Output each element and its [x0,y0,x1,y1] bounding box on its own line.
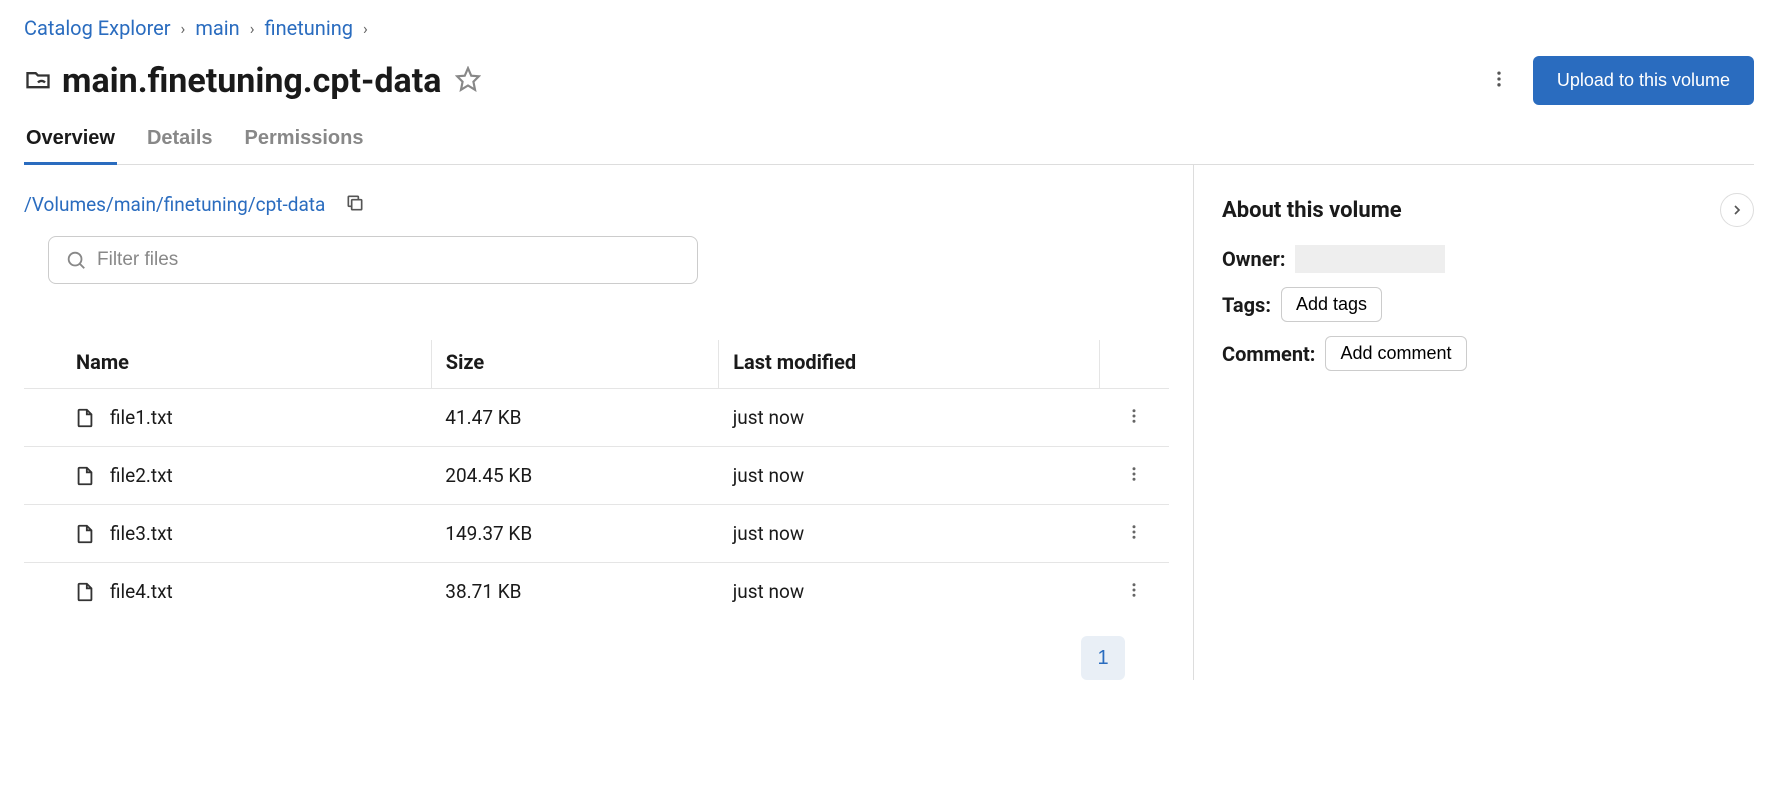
title-row: main.finetuning.cpt-data Upload to this … [24,52,1754,117]
volume-icon [24,65,52,97]
table-row[interactable]: file4.txt 38.71 KB just now [24,563,1169,621]
column-modified[interactable]: Last modified [719,340,1099,389]
table-header-row: Name Size Last modified [24,340,1169,389]
comment-row: Comment: Add comment [1222,336,1754,371]
path-row: /Volumes/main/finetuning/cpt-data [24,193,1169,216]
breadcrumb-catalog-explorer[interactable]: Catalog Explorer [24,16,171,40]
comment-label: Comment: [1222,342,1315,366]
add-tags-button[interactable]: Add tags [1281,287,1382,322]
file-icon [74,579,96,605]
tab-overview[interactable]: Overview [24,121,117,165]
file-name: file2.txt [110,464,173,487]
owner-value [1295,245,1445,273]
chevron-right-icon: › [181,19,186,38]
column-size[interactable]: Size [431,340,718,389]
row-more-button[interactable] [1113,403,1155,432]
filter-input[interactable] [97,249,681,271]
breadcrumb-finetuning[interactable]: finetuning [265,16,354,40]
file-size: 41.47 KB [431,389,718,447]
star-icon [455,66,481,92]
kebab-icon [1125,523,1143,541]
table-row[interactable]: file3.txt 149.37 KB just now [24,505,1169,563]
volume-path-link[interactable]: /Volumes/main/finetuning/cpt-data [24,193,325,216]
search-icon [65,249,87,271]
column-actions [1099,340,1169,389]
filter-wrap [48,236,698,284]
copy-icon [345,193,365,213]
title-right: Upload to this volume [1481,56,1754,105]
file-size: 38.71 KB [431,563,718,621]
table-row[interactable]: file2.txt 204.45 KB just now [24,447,1169,505]
owner-label: Owner: [1222,247,1285,271]
file-modified: just now [719,447,1099,505]
content: /Volumes/main/finetuning/cpt-data Name S… [24,165,1754,680]
row-more-button[interactable] [1113,461,1155,490]
chevron-right-icon: › [363,19,368,38]
tags-row: Tags: Add tags [1222,287,1754,322]
chevron-right-icon [1729,202,1745,218]
file-modified: just now [719,563,1099,621]
column-name[interactable]: Name [24,340,431,389]
collapse-panel-button[interactable] [1720,193,1754,227]
title-left: main.finetuning.cpt-data [24,61,485,101]
table-row[interactable]: file1.txt 41.47 KB just now [24,389,1169,447]
file-name-cell: file2.txt [38,463,417,489]
tab-details[interactable]: Details [145,121,215,165]
more-actions-button[interactable] [1481,61,1517,100]
file-size: 204.45 KB [431,447,718,505]
file-name-cell: file4.txt [38,579,417,605]
kebab-icon [1125,465,1143,483]
owner-row: Owner: [1222,245,1754,273]
tags-label: Tags: [1222,293,1271,317]
row-more-button[interactable] [1113,577,1155,606]
tabs: Overview Details Permissions [24,121,1754,165]
file-name-cell: file1.txt [38,405,417,431]
file-table: Name Size Last modified file1.txt 41.47 … [24,340,1169,620]
about-title: About this volume [1222,198,1402,223]
file-modified: just now [719,505,1099,563]
page-1-button[interactable]: 1 [1081,636,1125,680]
copy-path-button[interactable] [345,193,365,216]
right-panel: About this volume Owner: Tags: Add tags … [1194,165,1754,680]
kebab-icon [1489,69,1509,89]
about-header: About this volume [1222,193,1754,227]
favorite-button[interactable] [451,62,485,99]
file-name: file4.txt [110,580,173,603]
page-title: main.finetuning.cpt-data [62,61,441,101]
kebab-icon [1125,407,1143,425]
file-modified: just now [719,389,1099,447]
file-name: file3.txt [110,522,173,545]
file-icon [74,405,96,431]
tab-permissions[interactable]: Permissions [243,121,366,165]
file-size: 149.37 KB [431,505,718,563]
file-icon [74,463,96,489]
breadcrumb-main[interactable]: main [195,16,239,40]
upload-button[interactable]: Upload to this volume [1533,56,1754,105]
row-more-button[interactable] [1113,519,1155,548]
filter-box[interactable] [48,236,698,284]
add-comment-button[interactable]: Add comment [1325,336,1466,371]
breadcrumb: Catalog Explorer › main › finetuning › [24,8,1754,52]
kebab-icon [1125,581,1143,599]
file-name: file1.txt [110,406,173,429]
chevron-right-icon: › [250,19,255,38]
file-icon [74,521,96,547]
file-name-cell: file3.txt [38,521,417,547]
left-panel: /Volumes/main/finetuning/cpt-data Name S… [24,165,1194,680]
pagination: 1 [24,620,1169,680]
